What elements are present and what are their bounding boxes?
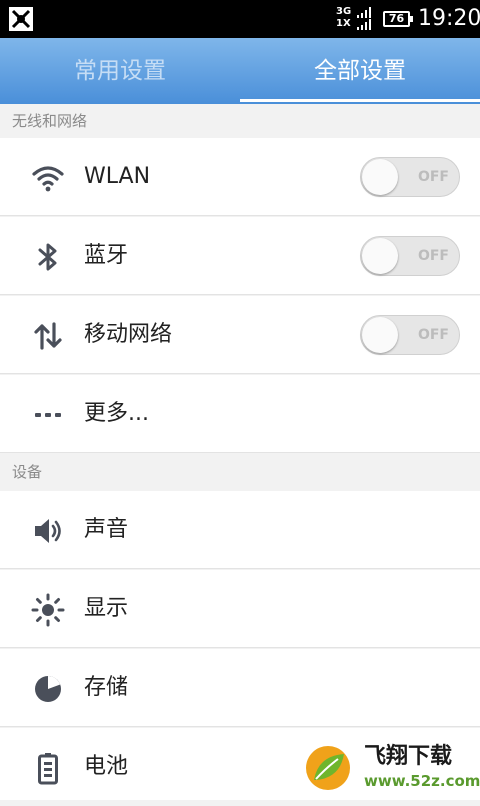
storage-icon <box>35 676 61 702</box>
settings-row-more[interactable]: 更多... <box>0 375 480 453</box>
watermark-title: 飞翔下载 <box>364 744 453 769</box>
section-header-wireless: 无线和网络 <box>0 104 480 138</box>
settings-row-wlan[interactable]: WLAN OFF <box>0 138 480 216</box>
brightness-icon <box>31 593 65 627</box>
settings-row-bluetooth[interactable]: 蓝牙 OFF <box>0 217 480 295</box>
speaker-icon <box>35 519 61 543</box>
signal-icon <box>357 7 371 30</box>
wlan-label: WLAN <box>84 164 151 189</box>
more-label: 更多... <box>84 401 149 426</box>
tab-all-settings[interactable]: 全部设置 <box>240 38 480 104</box>
tab-selected-indicator <box>240 99 480 102</box>
network-type-top: 3G <box>336 6 352 17</box>
display-label: 显示 <box>84 596 129 621</box>
tab-common-settings[interactable]: 常用设置 <box>0 38 240 104</box>
wlan-toggle-state: OFF <box>417 169 449 185</box>
mobile-network-toggle[interactable]: OFF <box>360 315 460 355</box>
network-indicator: 3G 1X <box>336 6 376 32</box>
watermark-url: www.52z.com <box>364 772 480 790</box>
bluetooth-toggle[interactable]: OFF <box>360 236 460 276</box>
app-notification-icon <box>9 7 33 31</box>
leaf-logo-icon <box>306 746 350 790</box>
bluetooth-icon <box>38 243 57 271</box>
settings-row-mobile-network[interactable]: 移动网络 OFF <box>0 296 480 374</box>
section-header-device: 设备 <box>0 455 480 489</box>
storage-label: 存储 <box>84 675 129 700</box>
battery-indicator: 76 <box>383 11 413 27</box>
mobile-network-toggle-knob <box>362 317 398 353</box>
bluetooth-toggle-knob <box>362 238 398 274</box>
battery-label: 电池 <box>84 754 129 779</box>
wlan-toggle[interactable]: OFF <box>360 157 460 197</box>
more-icon <box>35 413 61 417</box>
settings-row-storage[interactable]: 存储 <box>0 649 480 727</box>
clock: 19:20 <box>418 6 480 31</box>
mobile-network-label: 移动网络 <box>84 322 173 347</box>
settings-row-display[interactable]: 显示 <box>0 570 480 648</box>
bluetooth-toggle-state: OFF <box>417 248 449 264</box>
battery-icon <box>38 753 58 785</box>
mobile-data-icon <box>34 322 62 350</box>
wifi-icon <box>32 166 64 192</box>
settings-row-sound[interactable]: 声音 <box>0 491 480 569</box>
watermark: 飞翔下载 www.52z.com <box>302 738 480 798</box>
mobile-network-toggle-state: OFF <box>417 327 449 343</box>
status-bar: 3G 1X 76 19:20 <box>0 0 480 38</box>
network-type-bottom: 1X <box>336 18 351 29</box>
wlan-toggle-knob <box>362 159 398 195</box>
bluetooth-label: 蓝牙 <box>84 243 129 268</box>
settings-tab-bar: 常用设置 全部设置 <box>0 38 480 104</box>
sound-label: 声音 <box>84 517 129 542</box>
